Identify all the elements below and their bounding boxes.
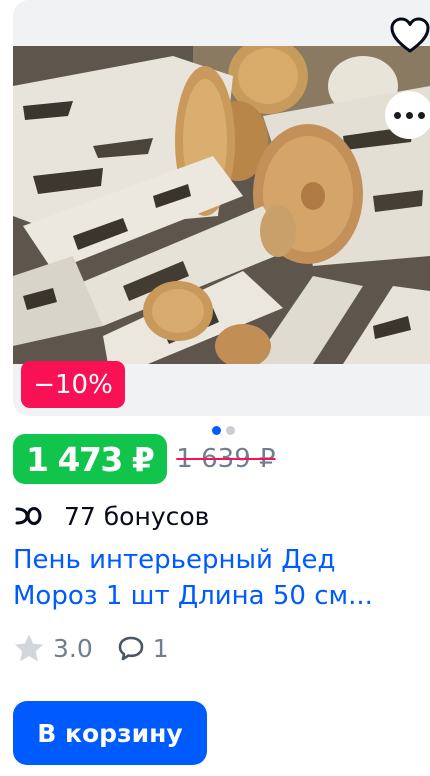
birch-logs-illustration [13, 46, 430, 364]
reviews-count: 1 [152, 633, 169, 663]
bonus-row: 77 бонусов [13, 500, 209, 532]
rating-value: 3.0 [53, 633, 93, 663]
rating-row[interactable]: 3.0 1 [13, 630, 169, 666]
add-to-cart-button[interactable]: В корзину [13, 701, 207, 765]
comment-icon [118, 636, 144, 661]
price-row: 1 473 ₽ 1 639 ₽ [13, 434, 276, 484]
product-title[interactable]: Пень интерьерный Дед Мороз 1 шт Длина 50… [13, 542, 428, 614]
star-icon [14, 634, 44, 662]
current-price: 1 473 ₽ [13, 434, 168, 484]
more-dots-icon [393, 111, 401, 119]
product-card: −10% 1 473 ₽ 1 639 ₽ 77 бонусов Пень инт… [0, 0, 430, 776]
discount-badge: −10% [21, 361, 125, 408]
more-dot [405, 111, 413, 119]
bonus-icon [15, 507, 42, 525]
favorite-button[interactable] [387, 12, 430, 58]
bonus-text: 77 бонусов [64, 501, 210, 531]
product-image-container[interactable] [13, 0, 430, 416]
old-price: 1 639 ₽ [176, 444, 276, 474]
product-photo[interactable] [13, 46, 430, 364]
heart-icon [390, 17, 430, 53]
more-dot [417, 111, 425, 119]
more-options-button[interactable] [385, 91, 430, 139]
